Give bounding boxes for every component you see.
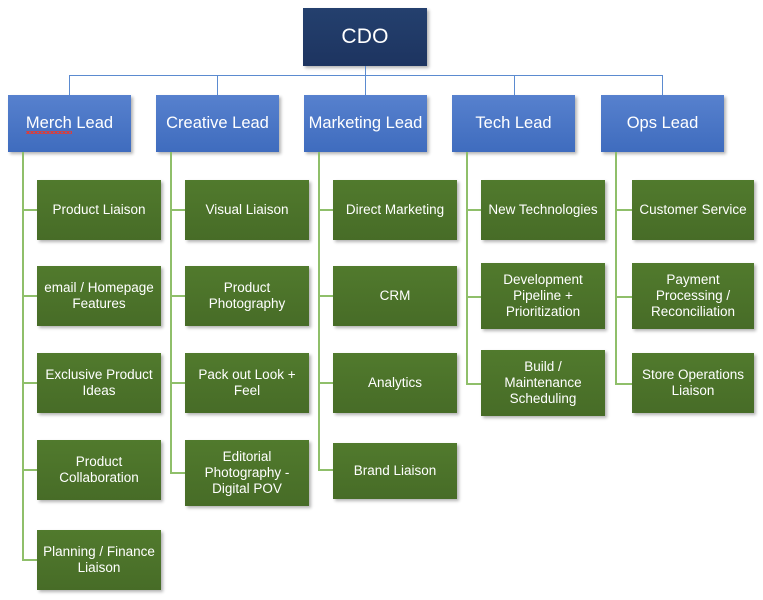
node-creative-lead[interactable]: Creative Lead xyxy=(156,95,279,152)
node-email-homepage-features[interactable]: email / Homepage Features xyxy=(37,266,161,326)
stub-creative-2 xyxy=(170,295,185,297)
node-editorial-photography-digital-pov-label: Editorial Photography - Digital POV xyxy=(204,449,290,496)
stub-creative-4 xyxy=(170,472,185,474)
node-product-liaison-label: Product Liaison xyxy=(52,202,146,218)
node-visual-liaison[interactable]: Visual Liaison xyxy=(185,180,309,240)
node-ops-lead[interactable]: Ops Lead xyxy=(601,95,724,152)
node-editorial-photography-digital-pov[interactable]: Editorial Photography - Digital POV xyxy=(185,440,309,506)
connector-cdo-to-creative xyxy=(217,75,218,95)
stub-tech-3 xyxy=(466,383,481,385)
node-pack-out-look-feel-label: Pack out Look + Feel xyxy=(198,367,296,398)
connector-cdo-bus xyxy=(69,75,663,76)
node-customer-service[interactable]: Customer Service xyxy=(632,180,754,240)
node-new-technologies-label: New Technologies xyxy=(488,202,598,218)
stub-tech-2 xyxy=(466,296,481,298)
trunk-ops xyxy=(615,152,617,384)
node-store-operations-liaison-label: Store Operations Liaison xyxy=(641,367,745,398)
trunk-merch xyxy=(22,152,24,561)
node-pack-out-look-feel[interactable]: Pack out Look + Feel xyxy=(185,353,309,413)
node-brand-liaison-label: Brand Liaison xyxy=(353,463,437,479)
node-email-homepage-features-label: email / Homepage Features xyxy=(44,280,154,311)
node-analytics-label: Analytics xyxy=(367,375,423,391)
stub-creative-3 xyxy=(170,382,185,384)
node-development-pipeline-prioritization[interactable]: Development Pipeline + Prioritization xyxy=(481,263,605,329)
node-crm[interactable]: CRM xyxy=(333,266,457,326)
node-brand-liaison[interactable]: Brand Liaison xyxy=(333,443,457,499)
node-product-photography[interactable]: Product Photography xyxy=(185,266,309,326)
node-build-maintenance-scheduling-label: Build / Maintenance Scheduling xyxy=(504,359,582,406)
node-merch-lead-label: Merch Lead xyxy=(26,114,113,133)
node-tech-lead-label: Tech Lead xyxy=(475,113,552,132)
node-merch-lead-label-rest: Lead xyxy=(71,113,114,132)
stub-tech-1 xyxy=(466,209,481,211)
node-product-photography-label: Product Photography xyxy=(208,280,286,311)
node-ops-lead-label: Ops Lead xyxy=(626,113,699,132)
trunk-marketing xyxy=(318,152,320,471)
stub-marketing-3 xyxy=(318,382,333,384)
stub-marketing-1 xyxy=(318,209,333,211)
org-chart: CDO Merch Lead Product Liaison email / H… xyxy=(0,0,763,600)
stub-merch-3 xyxy=(22,382,37,384)
stub-ops-2 xyxy=(615,296,632,298)
stub-marketing-2 xyxy=(318,295,333,297)
connector-cdo-to-ops xyxy=(662,75,663,95)
node-analytics[interactable]: Analytics xyxy=(333,353,457,413)
node-payment-processing-reconciliation[interactable]: Payment Processing / Reconciliation xyxy=(632,263,754,329)
node-exclusive-product-ideas-label: Exclusive Product Ideas xyxy=(45,367,153,398)
stub-ops-3 xyxy=(615,383,632,385)
node-visual-liaison-label: Visual Liaison xyxy=(205,202,289,218)
stub-merch-4 xyxy=(22,469,37,471)
misspelled-word: Merch xyxy=(25,113,72,132)
stub-merch-1 xyxy=(22,209,37,211)
node-planning-finance-liaison[interactable]: Planning / Finance Liaison xyxy=(37,530,161,590)
node-marketing-lead-label: Marketing Lead xyxy=(308,113,423,132)
stub-creative-1 xyxy=(170,209,185,211)
stub-merch-5 xyxy=(22,559,37,561)
node-customer-service-label: Customer Service xyxy=(639,202,747,218)
node-crm-label: CRM xyxy=(379,288,411,304)
node-product-collaboration-label: Product Collaboration xyxy=(59,454,139,485)
node-store-operations-liaison[interactable]: Store Operations Liaison xyxy=(632,353,754,413)
node-creative-lead-label: Creative Lead xyxy=(166,113,269,132)
node-exclusive-product-ideas[interactable]: Exclusive Product Ideas xyxy=(37,353,161,413)
node-merch-lead[interactable]: Merch Lead xyxy=(8,95,131,152)
node-build-maintenance-scheduling[interactable]: Build / Maintenance Scheduling xyxy=(481,350,605,416)
node-new-technologies[interactable]: New Technologies xyxy=(481,180,605,240)
node-payment-processing-reconciliation-label: Payment Processing / Reconciliation xyxy=(650,272,736,319)
node-marketing-lead[interactable]: Marketing Lead xyxy=(304,95,427,152)
connector-cdo-to-tech xyxy=(514,75,515,95)
stub-marketing-4 xyxy=(318,469,333,471)
node-development-pipeline-prioritization-label: Development Pipeline + Prioritization xyxy=(503,272,583,319)
trunk-creative xyxy=(170,152,172,474)
stub-merch-2 xyxy=(22,295,37,297)
node-direct-marketing[interactable]: Direct Marketing xyxy=(333,180,457,240)
node-cdo-label: CDO xyxy=(341,24,389,48)
trunk-tech xyxy=(466,152,468,384)
stub-ops-1 xyxy=(615,209,632,211)
node-tech-lead[interactable]: Tech Lead xyxy=(452,95,575,152)
node-direct-marketing-label: Direct Marketing xyxy=(345,202,445,218)
node-product-collaboration[interactable]: Product Collaboration xyxy=(37,440,161,500)
connector-cdo-to-marketing xyxy=(365,75,366,95)
node-cdo[interactable]: CDO xyxy=(303,8,427,66)
connector-cdo-to-merch xyxy=(69,75,70,95)
node-product-liaison[interactable]: Product Liaison xyxy=(37,180,161,240)
node-planning-finance-liaison-label: Planning / Finance Liaison xyxy=(43,544,155,575)
